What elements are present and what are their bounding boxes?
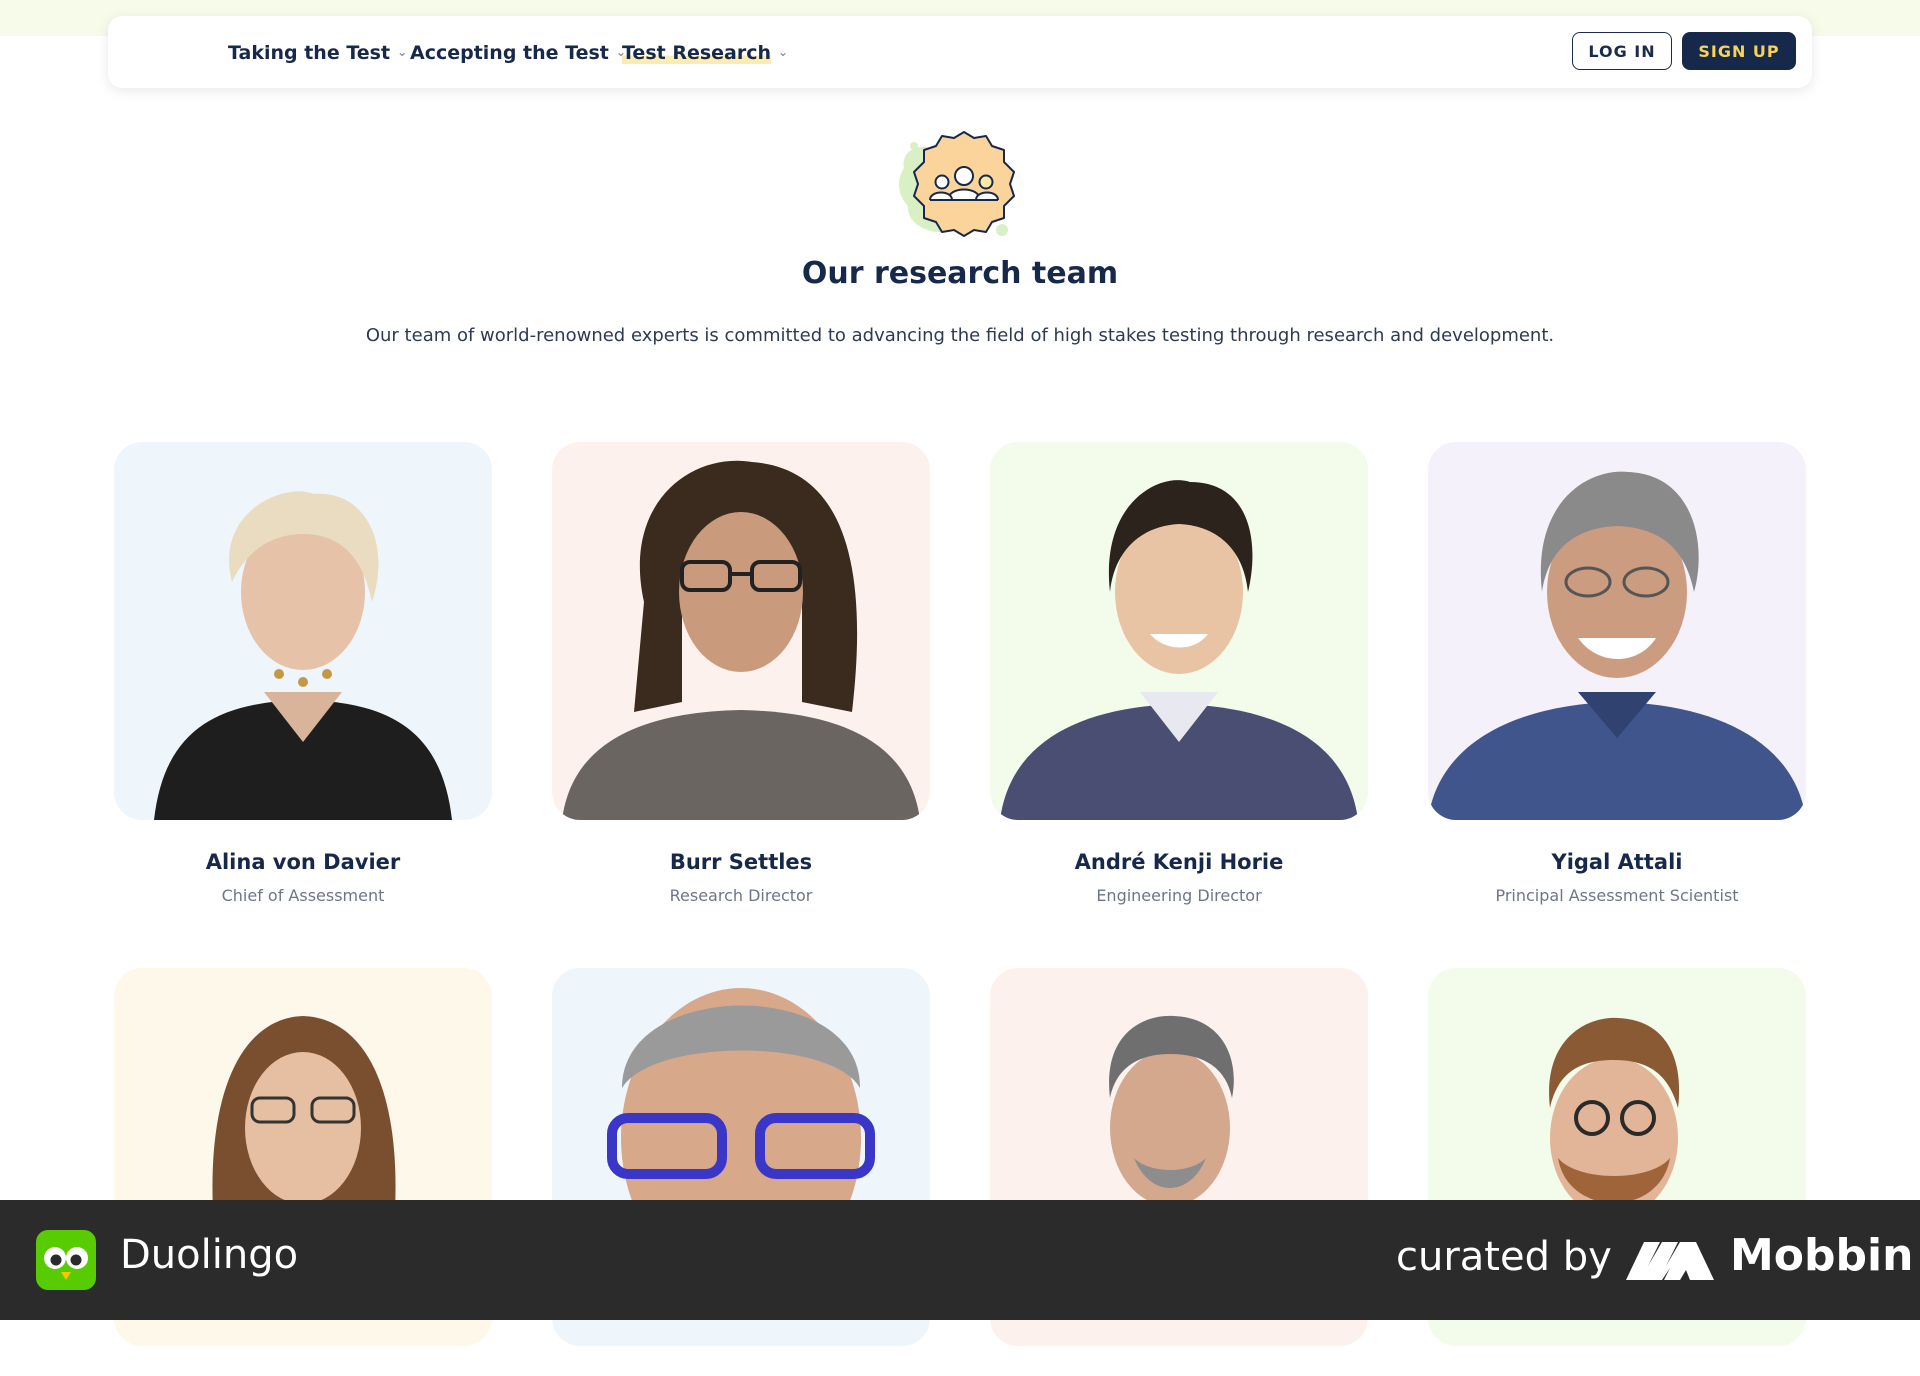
nav-test-research[interactable]: Test Research ⌄ [622, 38, 788, 68]
nav-item-label: Taking the Test [228, 42, 391, 64]
nav-accepting-the-test[interactable]: Accepting the Test ⌄ [410, 38, 626, 68]
team-badge-icon [899, 131, 1015, 237]
mobbin-logo-icon [1626, 1242, 1714, 1280]
mobbin-brand: Mobbin [1730, 1230, 1914, 1281]
team-member-role: Chief of Assessment [221, 886, 385, 905]
team-member-role: Research Director [669, 886, 813, 905]
team-member-role: Engineering Director [1096, 886, 1262, 905]
portrait-image [1000, 480, 1358, 820]
section-description: Our team of world-renowned experts is co… [365, 325, 1555, 346]
team-member-card[interactable]: André Kenji Horie Engineering Director [990, 442, 1368, 905]
nav-taking-the-test[interactable]: Taking the Test ⌄ [228, 38, 407, 68]
duolingo-logo-icon [36, 1230, 96, 1290]
team-member-role: Principal Assessment Scientist [1495, 886, 1739, 905]
footer-bar: Duolingo curated by Mobbin [0, 1200, 1920, 1320]
portrait-image [562, 460, 920, 820]
team-member-card[interactable]: Alina von Davier Chief of Assessment [114, 442, 492, 905]
login-button[interactable]: LOG IN [1572, 32, 1672, 70]
team-member-name: Burr Settles [669, 850, 813, 874]
team-member-name: Yigal Attali [1551, 850, 1683, 874]
portrait-image [1428, 471, 1806, 820]
chevron-down-icon: ⌄ [778, 45, 789, 59]
team-member-name: André Kenji Horie [1074, 850, 1284, 874]
chevron-down-icon: ⌄ [397, 45, 408, 59]
nav-item-label: Test Research [622, 42, 772, 64]
team-member-photo [990, 442, 1368, 820]
nav-item-label: Accepting the Test [410, 42, 609, 64]
team-member-name: Alina von Davier [205, 850, 401, 874]
app-name: Duolingo [120, 1232, 299, 1278]
team-member-card[interactable]: Yigal Attali Principal Assessment Scient… [1428, 442, 1806, 905]
curated-by-label: curated by [1396, 1234, 1612, 1280]
team-member-card[interactable]: Burr Settles Research Director [552, 442, 930, 905]
section-title: Our research team [801, 256, 1119, 291]
top-navbar: Taking the Test ⌄ Accepting the Test ⌄ T… [108, 16, 1812, 88]
team-member-photo [1428, 442, 1806, 820]
signup-button[interactable]: SIGN UP [1682, 32, 1796, 70]
portrait-image [154, 491, 452, 820]
team-member-photo [552, 442, 930, 820]
team-member-photo [114, 442, 492, 820]
